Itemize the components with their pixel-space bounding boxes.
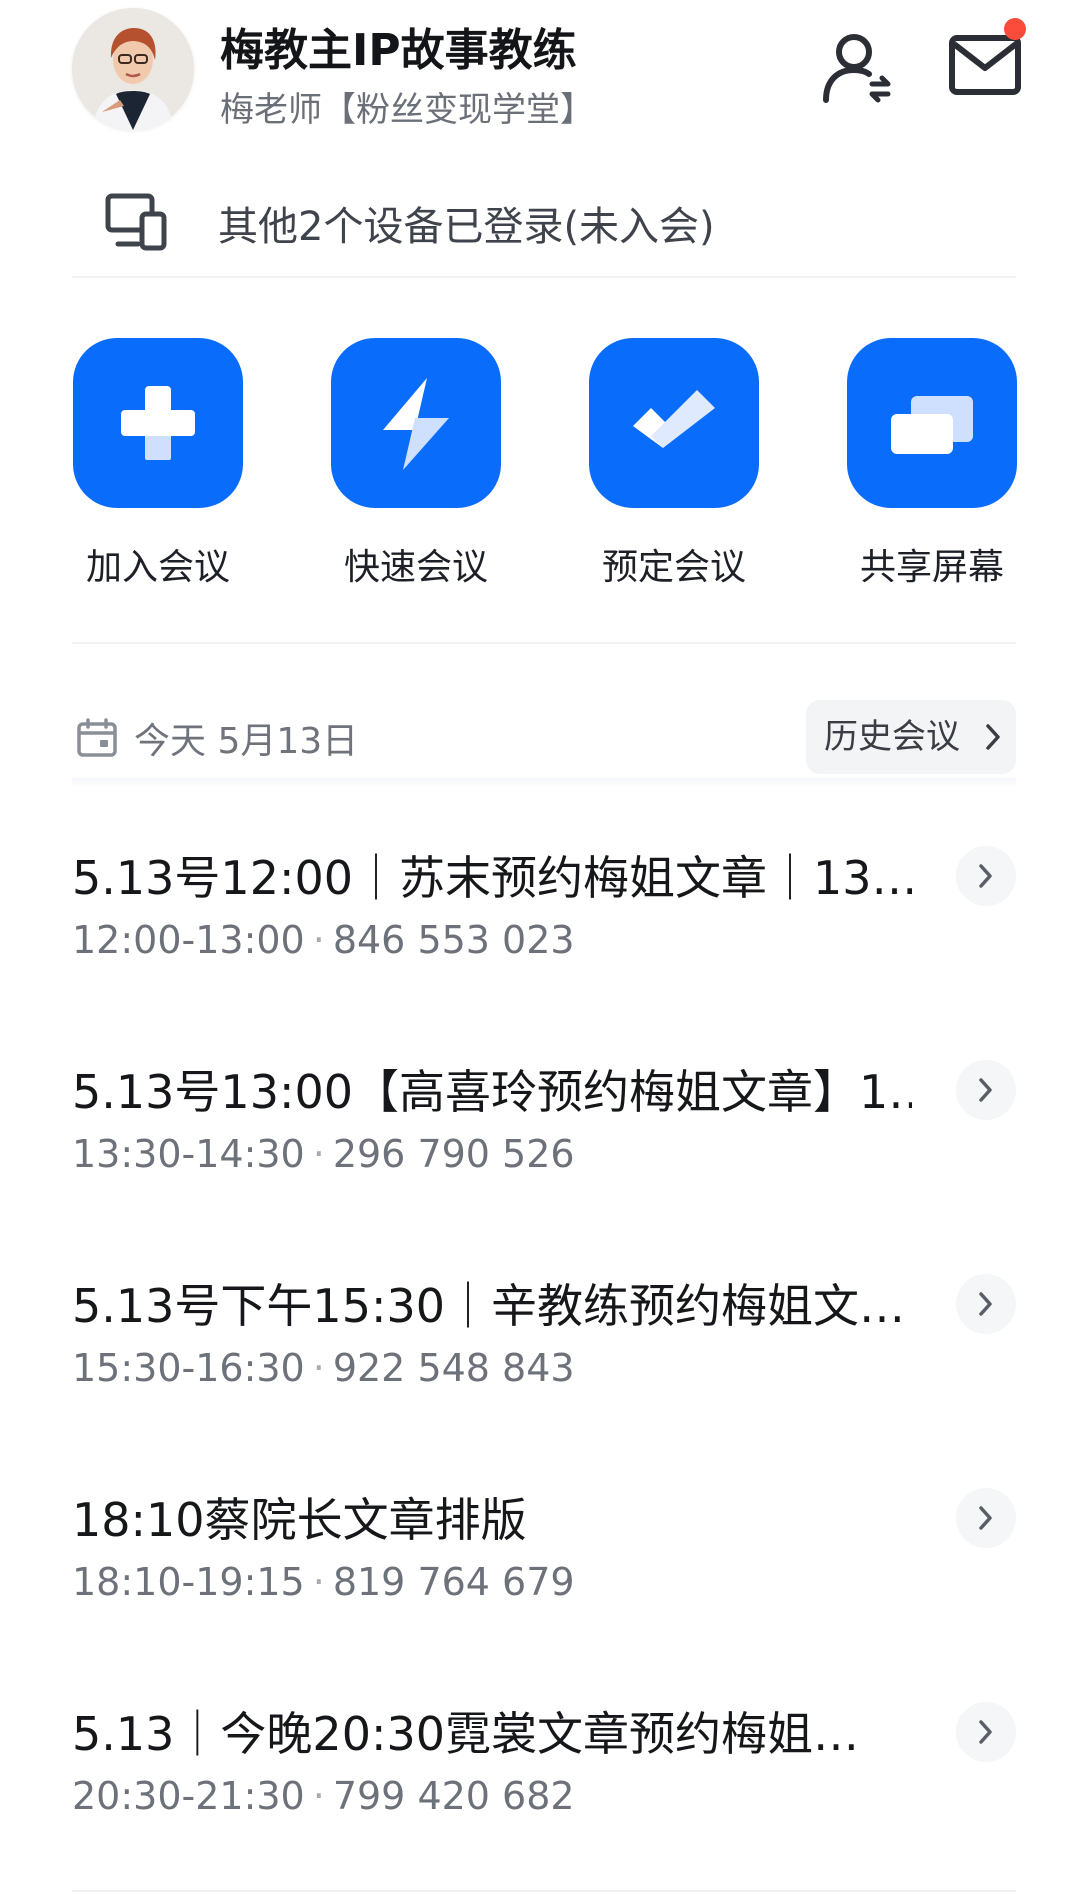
meeting-detail-button[interactable] — [956, 1060, 1016, 1120]
join-meeting-tile[interactable] — [73, 338, 243, 508]
meeting-title: 5.13｜今晚20:30霓裳文章预约梅姐… — [72, 1707, 859, 1761]
meeting-detail-button[interactable] — [956, 1488, 1016, 1548]
meta-separator: · — [312, 1560, 325, 1604]
schedule-meeting-button[interactable]: 预定会议 — [588, 338, 760, 590]
quick-meeting-label: 快速会议 — [343, 547, 488, 588]
chevron-right-icon — [986, 724, 1000, 750]
meeting-id: 922 548 843 — [332, 1346, 575, 1390]
join-meeting-button[interactable]: 加入会议 — [72, 338, 244, 590]
meeting-detail-button[interactable] — [956, 846, 1016, 906]
meeting-detail-button[interactable] — [956, 1702, 1016, 1762]
meeting-item[interactable]: 5.13号13:00【高喜玲预约梅姐文章】1… 13:30-14:30 · 296 … — [72, 1056, 1016, 1226]
meeting-id: 296 790 526 — [332, 1132, 575, 1176]
lightning-icon — [383, 378, 449, 470]
other-devices-text: 其他2个设备已登录(未入会) — [218, 204, 715, 250]
meeting-time: 20:30-21:30 — [72, 1774, 305, 1818]
divider — [72, 276, 1016, 278]
meeting-item[interactable]: 5.13｜今晚20:30霓裳文章预约梅姐… 20:30-21:30 · 799 42… — [72, 1698, 1016, 1868]
account-name: 梅教主IP故事教练 — [220, 25, 577, 76]
meta-separator: · — [312, 1346, 325, 1390]
meeting-meta: 15:30-16:30 · 922 548 843 — [72, 1346, 575, 1390]
meeting-title: 5.13号12:00｜苏末预约梅姐文章｜13… — [72, 851, 912, 905]
date-bar: 今天 5月13日 历史会议 — [72, 700, 1016, 780]
list-bottom-divider — [72, 1890, 1016, 1892]
chevron-right-icon — [979, 864, 992, 888]
share-screen-button[interactable]: 共享屏幕 — [846, 338, 1018, 590]
chevron-right-icon — [979, 1078, 992, 1102]
history-meetings-button[interactable]: 历史会议 — [806, 700, 1016, 774]
meeting-detail-button[interactable] — [956, 1274, 1016, 1334]
account-subtitle: 梅老师【粉丝变现学堂】 — [220, 90, 594, 130]
meeting-time: 15:30-16:30 — [72, 1346, 305, 1390]
share-screen-tile[interactable] — [847, 338, 1017, 508]
meeting-time: 13:30-14:30 — [72, 1132, 305, 1176]
share-screen-icon — [891, 396, 973, 454]
meta-separator: · — [312, 1132, 325, 1176]
meeting-time: 18:10-19:15 — [72, 1560, 305, 1604]
meeting-meta: 12:00-13:00 · 846 553 023 — [72, 918, 575, 962]
contacts-icon[interactable] — [820, 30, 896, 106]
meeting-home-screen: 梅教主IP故事教练 梅老师【粉丝变现学堂】 其他2个设备已登录(未入会) 加入会… — [0, 0, 1080, 1902]
profile-header: 梅教主IP故事教练 梅老师【粉丝变现学堂】 — [0, 0, 1080, 140]
meeting-item[interactable]: 5.13号下午15:30｜辛教练预约梅姐文… 15:30-16:30 · 922 5… — [72, 1270, 1016, 1440]
meeting-title: 5.13号下午15:30｜辛教练预约梅姐文… — [72, 1279, 905, 1333]
plus-icon — [121, 386, 195, 460]
meeting-meta: 20:30-21:30 · 799 420 682 — [72, 1774, 575, 1818]
meta-separator: · — [312, 918, 325, 962]
divider — [72, 642, 1016, 644]
schedule-meeting-label: 预定会议 — [601, 547, 746, 588]
meeting-id: 799 420 682 — [332, 1774, 575, 1818]
meeting-title: 5.13号13:00【高喜玲预约梅姐文章】1… — [72, 1065, 912, 1119]
meeting-id: 846 553 023 — [332, 918, 575, 962]
chevron-right-icon — [979, 1720, 992, 1744]
checkmark-icon — [633, 390, 715, 448]
meeting-time: 12:00-13:00 — [72, 918, 305, 962]
avatar[interactable] — [72, 8, 194, 130]
notification-dot — [1004, 18, 1026, 40]
mail-icon[interactable] — [948, 34, 1022, 96]
schedule-meeting-tile[interactable] — [589, 338, 759, 508]
chevron-right-icon — [979, 1292, 992, 1316]
meeting-item[interactable]: 5.13号12:00｜苏末预约梅姐文章｜13… 12:00-13:00 · 846 … — [72, 842, 1016, 1012]
today-date: 今天 5月13日 — [134, 721, 359, 762]
avatar-image — [72, 8, 194, 130]
other-devices-row[interactable]: 其他2个设备已登录(未入会) — [72, 180, 1016, 280]
meeting-meta: 18:10-19:15 · 819 764 679 — [72, 1560, 575, 1604]
meeting-id: 819 764 679 — [332, 1560, 575, 1604]
meta-separator: · — [312, 1774, 325, 1818]
quick-meeting-button[interactable]: 快速会议 — [330, 338, 502, 590]
date-bar-shadow — [72, 778, 1016, 788]
share-screen-label: 共享屏幕 — [859, 547, 1004, 588]
history-meetings-label: 历史会议 — [824, 717, 960, 757]
join-meeting-label: 加入会议 — [85, 547, 230, 588]
meeting-item[interactable]: 18:10蔡院长文章排版 18:10-19:15 · 819 764 679 — [72, 1484, 1016, 1654]
calendar-icon — [77, 718, 117, 757]
quick-meeting-tile[interactable] — [331, 338, 501, 508]
chevron-right-icon — [979, 1506, 992, 1530]
devices-icon — [105, 193, 167, 251]
meeting-title: 18:10蔡院长文章排版 — [72, 1493, 527, 1547]
meeting-meta: 13:30-14:30 · 296 790 526 — [72, 1132, 575, 1176]
